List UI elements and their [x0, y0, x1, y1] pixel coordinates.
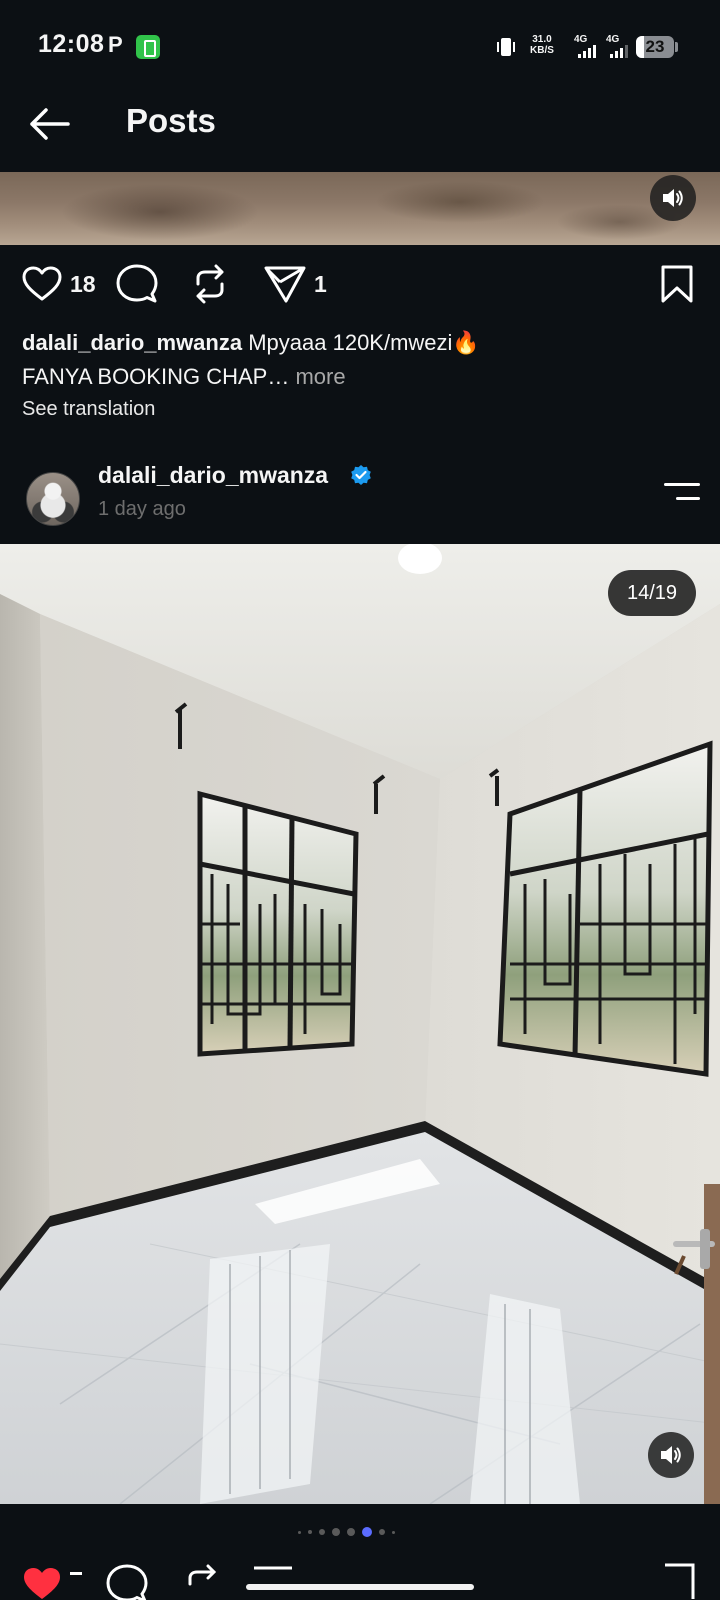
carousel-dot	[308, 1530, 312, 1534]
repost-icon[interactable]	[184, 1564, 220, 1600]
share-count: 1	[314, 270, 327, 297]
carousel-dot-active	[362, 1527, 372, 1537]
network-speed: 31.0 KB/S	[530, 34, 554, 56]
battery-level: 23	[645, 37, 665, 56]
status-time: 12:08	[38, 30, 105, 58]
like-count-partial	[70, 1572, 82, 1575]
heart-icon	[22, 266, 62, 301]
network-speed-unit: KB/S	[530, 45, 554, 56]
bookmark-icon	[661, 265, 693, 303]
app-header: Posts	[0, 92, 720, 172]
post-actions-partial	[0, 1556, 720, 1600]
carousel-dot	[319, 1529, 325, 1535]
page-title: Posts	[126, 102, 216, 139]
post-username[interactable]: dalali_dario_mwanza	[98, 462, 328, 489]
speaker-icon[interactable]	[648, 1432, 694, 1478]
previous-post-media[interactable]	[0, 172, 720, 245]
battery-icon: 23	[636, 36, 674, 58]
send-icon[interactable]	[252, 1564, 294, 1600]
post-timestamp: 1 day ago	[98, 498, 186, 520]
carousel-indicator	[0, 1526, 720, 1538]
avatar[interactable]	[26, 472, 80, 526]
speaker-icon[interactable]	[650, 175, 696, 221]
carousel-dot	[379, 1529, 385, 1535]
carousel-dot	[332, 1528, 340, 1536]
comment-icon	[116, 264, 158, 303]
carousel-dot	[298, 1530, 301, 1534]
post-actions: 18 1	[0, 256, 720, 312]
sim1-type: 4G	[574, 34, 588, 45]
sim2-type: 4G	[606, 34, 620, 45]
repost-icon	[196, 264, 224, 304]
verified-badge-icon	[351, 465, 371, 485]
save-button[interactable]	[660, 256, 694, 312]
menu-icon[interactable]	[662, 480, 700, 504]
arrow-left-icon[interactable]	[24, 104, 74, 144]
home-indicator[interactable]	[246, 1584, 474, 1590]
post-caption: dalali_dario_mwanza Mpyaaa 120K/mwezi🔥 F…	[22, 326, 702, 394]
image-counter: 14/19	[608, 570, 696, 616]
caption-username[interactable]: dalali_dario_mwanza	[22, 330, 242, 355]
battery-tip	[675, 42, 678, 52]
post-header: dalali_dario_mwanza 1 day ago	[0, 462, 720, 542]
parking-notification-icon: P	[108, 32, 123, 57]
see-translation-link[interactable]: See translation	[22, 398, 155, 421]
caption-text-line1: Mpyaaa 120K/mwezi🔥	[248, 330, 480, 355]
like-button[interactable]: 18	[22, 256, 96, 312]
room-photo	[0, 544, 720, 1504]
post-image[interactable]	[0, 544, 720, 1504]
like-count: 18	[70, 270, 96, 297]
heart-icon[interactable]	[22, 1566, 62, 1600]
network-speed-value: 31.0	[532, 34, 552, 45]
comment-button[interactable]	[116, 256, 158, 312]
carousel-dot	[347, 1528, 355, 1536]
caption-text-line2: FANYA BOOKING CHAP…	[22, 364, 290, 389]
bookmark-icon[interactable]	[662, 1562, 696, 1600]
share-button[interactable]: 1	[264, 256, 327, 312]
repost-button[interactable]	[192, 256, 228, 312]
signal-sim2-icon: 4G	[606, 34, 632, 58]
vibrate-icon	[497, 38, 515, 56]
carousel-dot	[392, 1530, 395, 1534]
caption-more-link[interactable]: more	[295, 364, 345, 389]
app-notification-icon	[136, 35, 160, 59]
status-bar: 12:08 P 31.0 KB/S 4G 4G 23	[0, 0, 720, 92]
comment-icon[interactable]	[106, 1564, 148, 1600]
signal-sim1-icon: 4G	[574, 34, 600, 58]
send-icon	[264, 266, 306, 303]
